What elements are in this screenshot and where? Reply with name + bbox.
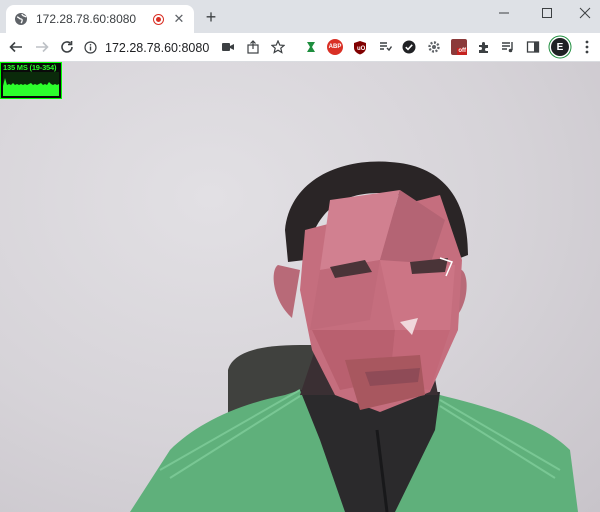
close-tab-icon[interactable]: ✕ xyxy=(172,11,186,26)
minimize-icon[interactable] xyxy=(496,5,512,21)
forward-arrow-icon[interactable] xyxy=(34,39,50,55)
back-arrow-icon[interactable] xyxy=(8,39,24,55)
camera-in-use-icon[interactable] xyxy=(220,39,236,55)
svg-text:uO: uO xyxy=(357,46,366,52)
media-controls-icon[interactable] xyxy=(500,39,516,55)
extension-green-icon[interactable] xyxy=(303,39,319,55)
share-icon[interactable] xyxy=(245,39,261,55)
stats-text: 135 MS (19-354) xyxy=(3,63,57,72)
tab-title: 172.28.78.60:8080 xyxy=(36,12,137,26)
close-window-icon[interactable] xyxy=(577,5,593,21)
reload-icon[interactable] xyxy=(59,39,75,55)
webcam-view: 135 MS (19-354) xyxy=(0,62,600,512)
frame-time-graph xyxy=(3,72,59,96)
puzzle-icon[interactable] xyxy=(476,39,492,55)
globe-icon xyxy=(14,12,28,26)
maximize-icon[interactable] xyxy=(539,5,555,21)
url-text: 172.28.78.60:8080 xyxy=(105,40,210,55)
side-panel-icon[interactable] xyxy=(525,39,541,55)
new-tab-button[interactable]: + xyxy=(203,8,219,26)
bookmark-star-icon[interactable] xyxy=(270,39,286,55)
recording-indicator-icon xyxy=(153,13,164,25)
tab-strip: 172.28.78.60:8080 ✕ + xyxy=(0,0,600,33)
address-bar[interactable]: 172.28.78.60:8080 xyxy=(84,36,224,59)
kebab-menu-icon[interactable] xyxy=(579,39,595,55)
adblock-icon[interactable]: ABP xyxy=(327,39,343,55)
ublock-icon[interactable]: uO xyxy=(352,39,368,55)
profile-avatar[interactable]: E xyxy=(551,38,569,56)
info-icon[interactable] xyxy=(84,41,97,54)
performance-stats-panel: 135 MS (19-354) xyxy=(0,62,62,99)
toggle-extension-icon[interactable]: off xyxy=(451,39,467,55)
extension-list-icon[interactable] xyxy=(377,39,393,55)
webcam-frame xyxy=(130,161,578,512)
gear-icon[interactable] xyxy=(426,39,442,55)
check-circle-icon[interactable] xyxy=(401,39,417,55)
browser-toolbar: 172.28.78.60:8080 ABP uO off E xyxy=(0,33,600,62)
browser-tab[interactable]: 172.28.78.60:8080 ✕ xyxy=(6,5,194,33)
